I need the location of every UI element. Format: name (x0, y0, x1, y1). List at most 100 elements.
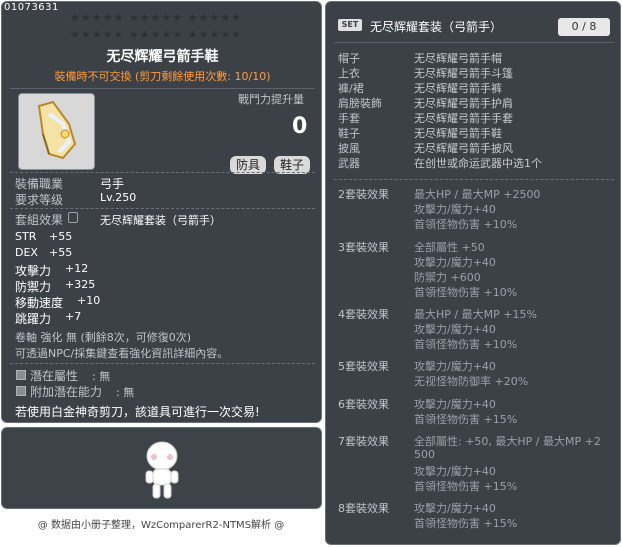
set-effect-value: 无尽辉耀套装（弓箭手） (100, 214, 221, 227)
stat-name: 跳躍力 (15, 312, 52, 326)
set-name: 无尽辉耀套装（弓箭手） (370, 20, 503, 34)
star-force-row-1: ★★★★★ ★★★★★ ★★★★★ (70, 11, 242, 24)
set-count-badge: 0 / 8 (558, 18, 610, 36)
potential-label: 潛在屬性 (30, 369, 79, 383)
scissors-note: 若使用白金神奇剪刀，該道具可進行一次交易! (15, 405, 260, 419)
stat-value: +12 (65, 262, 89, 275)
item-title: 无尽辉耀弓箭手鞋 (106, 49, 219, 65)
footer-credit: @ 数据由小册子整理，WzComparerR2-NTMS解析 @ (37, 520, 285, 531)
enhance-info: 可透過NPC/採集鍵查看強化資訊詳細內容。 (15, 347, 229, 360)
level-value: Lv.250 (100, 191, 137, 204)
stat-value: +7 (65, 310, 82, 323)
set-effect-line: 攻擊力/魔力+40 (414, 465, 496, 478)
stat-row: STR +55 (15, 230, 72, 243)
item-icon-box (18, 93, 95, 170)
set-effect-line: 攻擊力/魔力+40 (414, 360, 496, 373)
set-part-slot: 帽子 (338, 52, 360, 65)
set-part-name: 在创世或命运武器中选1个 (414, 157, 542, 170)
set-part-slot: 武器 (338, 157, 360, 170)
set-effect-label: 套組效果 (15, 213, 64, 227)
set-part-name: 无尽辉耀弓箭手鞋 (414, 127, 502, 140)
set-effect-line: 防禦力 +600 (414, 271, 481, 284)
set-effect-tier-label: 7套裝效果 (338, 435, 389, 448)
set-part-slot: 上衣 (338, 67, 360, 80)
character-preview-panel (1, 427, 322, 509)
stat-value: +55 (49, 230, 73, 243)
set-part-slot: 肩膀裝飾 (338, 97, 382, 110)
divider (10, 88, 315, 89)
set-part-name: 无尽辉耀弓箭手手套 (414, 112, 513, 125)
set-effect-line: 攻擊力/魔力+40 (414, 502, 496, 515)
stat-value: +55 (49, 246, 73, 259)
set-part-slot: 鞋子 (338, 127, 360, 140)
set-part-name: 无尽辉耀弓箭手斗篷 (414, 67, 513, 80)
character-avatar-icon (145, 441, 179, 499)
divider (10, 363, 315, 364)
divider (334, 179, 614, 180)
stat-value: +325 (65, 278, 96, 291)
power-value: 0 (292, 114, 308, 139)
stat-row: 防禦力 +325 (15, 278, 95, 295)
stat-row: 跳躍力 +7 (15, 310, 81, 327)
set-part-name: 无尽辉耀弓箭手帽 (414, 52, 502, 65)
set-effect-line: 首領怪物伤害 +15% (414, 480, 518, 493)
divider (10, 172, 315, 173)
set-effect-tier-label: 5套裝效果 (338, 360, 389, 373)
set-info-panel: SET 无尽辉耀套装（弓箭手） 0 / 8 帽子 无尽辉耀弓箭手帽 上衣 无尽辉耀弓箭… (325, 1, 621, 545)
set-effect-line: 首領怪物伤害 +10% (414, 338, 518, 351)
set-effect-line: 攻擊力/魔力+40 (414, 256, 496, 269)
set-part-name: 无尽辉耀弓箭手披风 (414, 142, 513, 155)
set-effect-line: 最大HP / 最大MP +15% (414, 308, 537, 321)
bonus-potential-value: : 無 (116, 386, 135, 399)
set-effect-line: 攻擊力/魔力+40 (414, 323, 496, 336)
stat-value: +10 (77, 294, 101, 307)
power-label: 戰鬥力提升量 (238, 93, 304, 106)
set-effect-line: 全部屬性 +50 (414, 241, 485, 254)
set-effect-line: 最大HP / 最大MP +2500 (414, 188, 541, 201)
set-part-slot: 褲/裙 (338, 82, 364, 95)
trade-notice: 裝備時不可交換 (剪刀剩餘使用次數: 10/10) (54, 70, 271, 83)
set-effect-line: 攻擊力/魔力+40 (414, 398, 496, 411)
lock-icon (68, 212, 78, 223)
divider (334, 42, 614, 43)
set-effect-tier-label: 2套裝效果 (338, 188, 389, 201)
job-label: 裝備職業 (15, 177, 64, 191)
potential-value: : 無 (92, 370, 111, 383)
stat-name: STR (15, 230, 37, 243)
potential-indicator-icon (16, 370, 26, 380)
star-force-row-2: ★★★★★ ★★★★★ ★★★★★ (70, 28, 242, 41)
bonus-potential-indicator-icon (16, 386, 26, 396)
set-effect-tier-label: 6套裝效果 (338, 398, 389, 411)
shoe-icon (37, 100, 77, 160)
divider (10, 208, 315, 209)
stat-row: 移動速度 +10 (15, 294, 100, 311)
set-effect-line: 首領怪物伤害 +10% (414, 218, 518, 231)
stat-row: DEX +55 (15, 246, 72, 259)
set-part-slot: 披風 (338, 142, 360, 155)
set-badge: SET (338, 19, 362, 31)
stat-row: 攻擊力 +12 (15, 262, 88, 279)
stat-name: 移動速度 (15, 296, 64, 310)
set-effect-line: 无视怪物防御率 +20% (414, 375, 529, 388)
set-effect-tier-label: 4套裝效果 (338, 308, 389, 321)
set-effect-line: 首領怪物伤害 +15% (414, 517, 518, 530)
set-effect-line: 500 (414, 448, 435, 461)
set-effect-line: 攻擊力/魔力+40 (414, 203, 496, 216)
scroll-info: 卷軸 強化 無 (剩餘8次，可修復0次) (15, 331, 192, 344)
set-effect-tier-label: 8套裝效果 (338, 502, 389, 515)
stat-name: 防禦力 (15, 280, 52, 294)
item-tooltip-panel: 01073631 ★★★★★ ★★★★★ ★★★★★ ★★★★★ ★★★★★ ★… (1, 1, 322, 423)
set-effect-tier-label: 3套裝效果 (338, 241, 389, 254)
job-value: 弓手 (100, 177, 125, 191)
set-effect-line: 首領怪物伤害 +15% (414, 413, 518, 426)
set-part-name: 无尽辉耀弓箭手护肩 (414, 97, 513, 110)
set-part-slot: 手套 (338, 112, 360, 125)
item-id: 01073631 (4, 2, 59, 13)
set-effect-line: 全部屬性: +50, 最大HP / 最大MP +2 (414, 435, 601, 448)
bonus-potential-label: 附加潛在能力 (30, 385, 103, 399)
level-label: 要求等级 (15, 193, 64, 207)
stat-name: DEX (15, 246, 38, 259)
stat-name: 攻擊力 (15, 264, 52, 278)
set-part-name: 无尽辉耀弓箭手裤 (414, 82, 502, 95)
set-effect-line: 首領怪物伤害 +10% (414, 286, 518, 299)
